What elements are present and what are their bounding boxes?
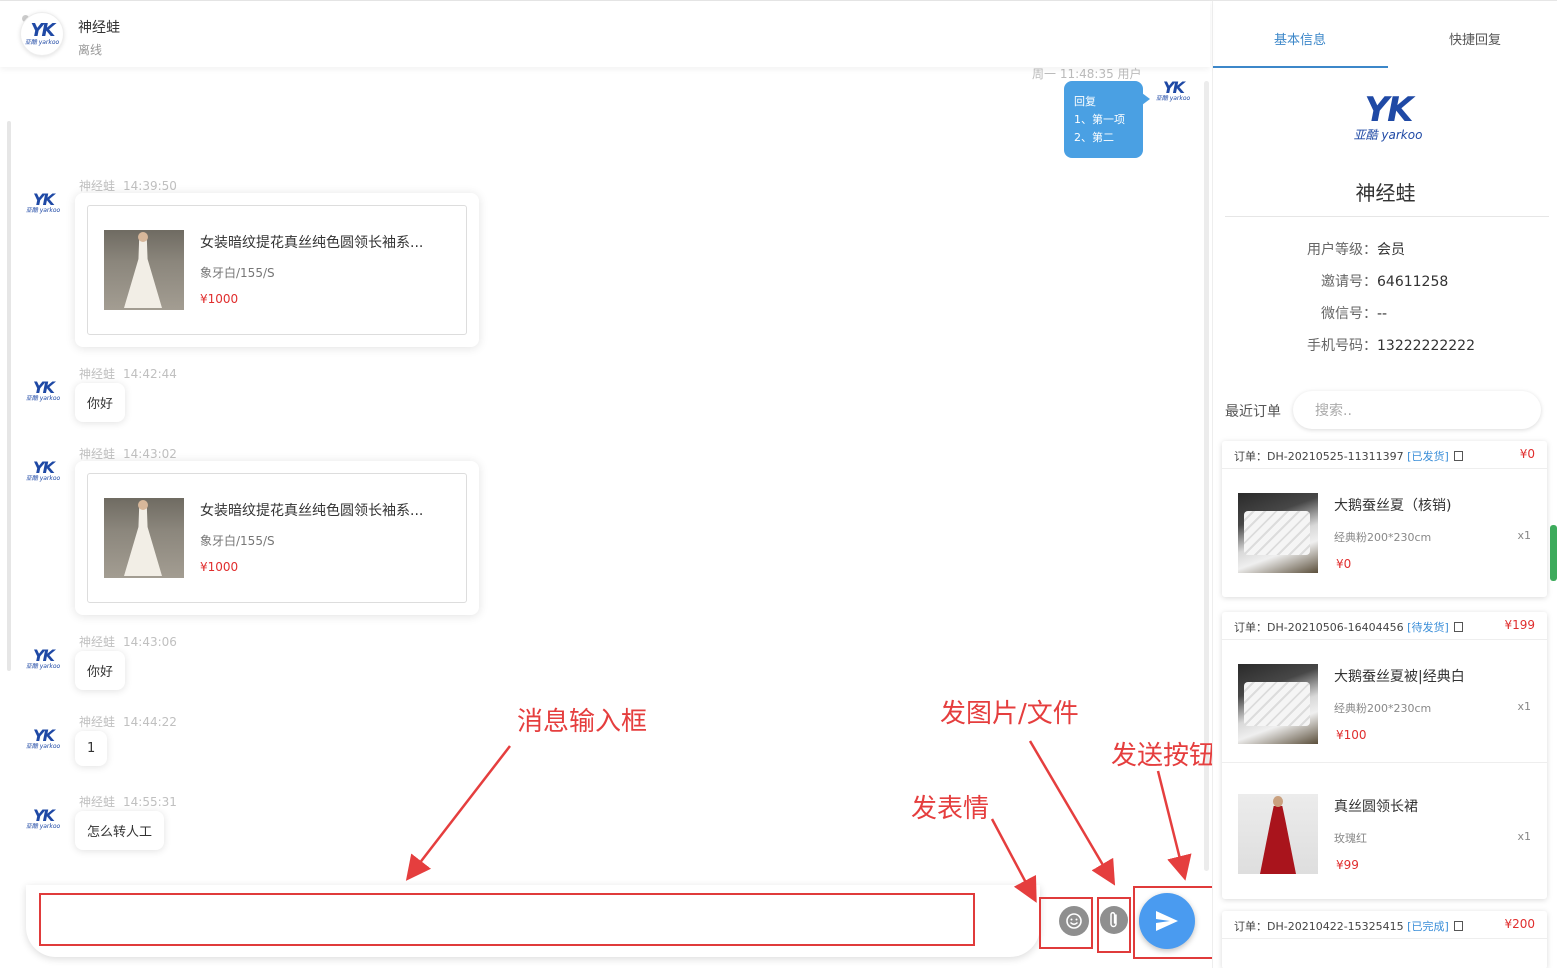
- chat-panel: YK 亚酷 yarkoo 神经蛙 离线 周一 11:48:35 用户 YK 亚酷…: [0, 1, 1218, 968]
- customer-logo: YK 亚酷 yarkoo: [1353, 90, 1423, 142]
- annotation-input: 消息输入框: [517, 707, 648, 737]
- copy-icon[interactable]: [1453, 622, 1463, 632]
- logo-sub: 亚酷 yarkoo: [24, 39, 60, 46]
- order-item[interactable]: 大鹅蚕丝夏（核销) 经典粉200*230cm x1 ¥0: [1222, 469, 1547, 597]
- customer-name: 神经蛙: [1355, 181, 1416, 205]
- panel-tabs: 基本信息 快捷回复: [1213, 1, 1557, 69]
- order-search-input[interactable]: 搜索..: [1293, 391, 1541, 429]
- annotation-file: 发图片/文件: [940, 699, 1079, 729]
- divider: [1225, 216, 1549, 217]
- chat-header: YK 亚酷 yarkoo 神经蛙 离线: [0, 1, 1210, 67]
- tab-quick-reply[interactable]: 快捷回复: [1449, 29, 1501, 48]
- info-row-wechat: 微信号：--: [1321, 306, 1388, 322]
- order-card[interactable]: 订单：DH-20210525-11311397 [已发货] ¥0 大鹅蚕丝夏（核…: [1222, 441, 1547, 597]
- item-image: [1238, 794, 1318, 874]
- logo-mark: YK: [30, 20, 56, 41]
- panel-scrollbar[interactable]: [1550, 525, 1557, 581]
- customer-info-panel: 基本信息 快捷回复 YK 亚酷 yarkoo 神经蛙 用户等级：会员 邀请号：6…: [1212, 1, 1557, 968]
- copy-icon[interactable]: [1453, 451, 1463, 461]
- contact-status: 离线: [78, 43, 103, 57]
- order-header: 订单：DH-20210525-11311397 [已发货] ¥0: [1222, 441, 1547, 469]
- info-row-invite: 邀请号：64611258: [1321, 274, 1449, 290]
- order-header: 订单：DH-20210422-15325415 [已完成] ¥200: [1222, 911, 1547, 939]
- annotation-emoji: 发表情: [911, 794, 990, 824]
- order-total: ¥199: [1504, 618, 1535, 632]
- order-card[interactable]: 订单：DH-20210422-15325415 [已完成] ¥200: [1222, 911, 1547, 968]
- contact-name: 神经蛙: [78, 20, 120, 36]
- recent-orders-label: 最近订单: [1225, 404, 1281, 420]
- avatar[interactable]: YK 亚酷 yarkoo: [20, 12, 64, 56]
- order-header: 订单：DH-20210506-16404456 [待发货] ¥199: [1222, 612, 1547, 640]
- copy-icon[interactable]: [1453, 921, 1463, 931]
- order-total: ¥0: [1519, 447, 1535, 461]
- tab-indicator: [1213, 66, 1388, 68]
- annotation-send: 发送按钮: [1111, 741, 1216, 771]
- info-row-level: 用户等级：会员: [1307, 242, 1405, 258]
- item-image: [1238, 493, 1318, 573]
- tab-basic-info[interactable]: 基本信息: [1274, 29, 1326, 48]
- app-window: YK 亚酷 yarkoo 神经蛙 离线 周一 11:48:35 用户 YK 亚酷…: [0, 0, 1557, 968]
- order-item[interactable]: 大鹅蚕丝夏被|经典白 经典粉200*230cm x1 ¥100: [1222, 640, 1547, 768]
- order-total: ¥200: [1504, 917, 1535, 931]
- order-item[interactable]: 真丝圆领长裙 玫瑰红 x1 ¥99: [1222, 762, 1547, 890]
- order-card[interactable]: 订单：DH-20210506-16404456 [待发货] ¥199 大鹅蚕丝夏…: [1222, 612, 1547, 899]
- item-image: [1238, 664, 1318, 744]
- info-row-phone: 手机号码：13222222222: [1307, 338, 1475, 354]
